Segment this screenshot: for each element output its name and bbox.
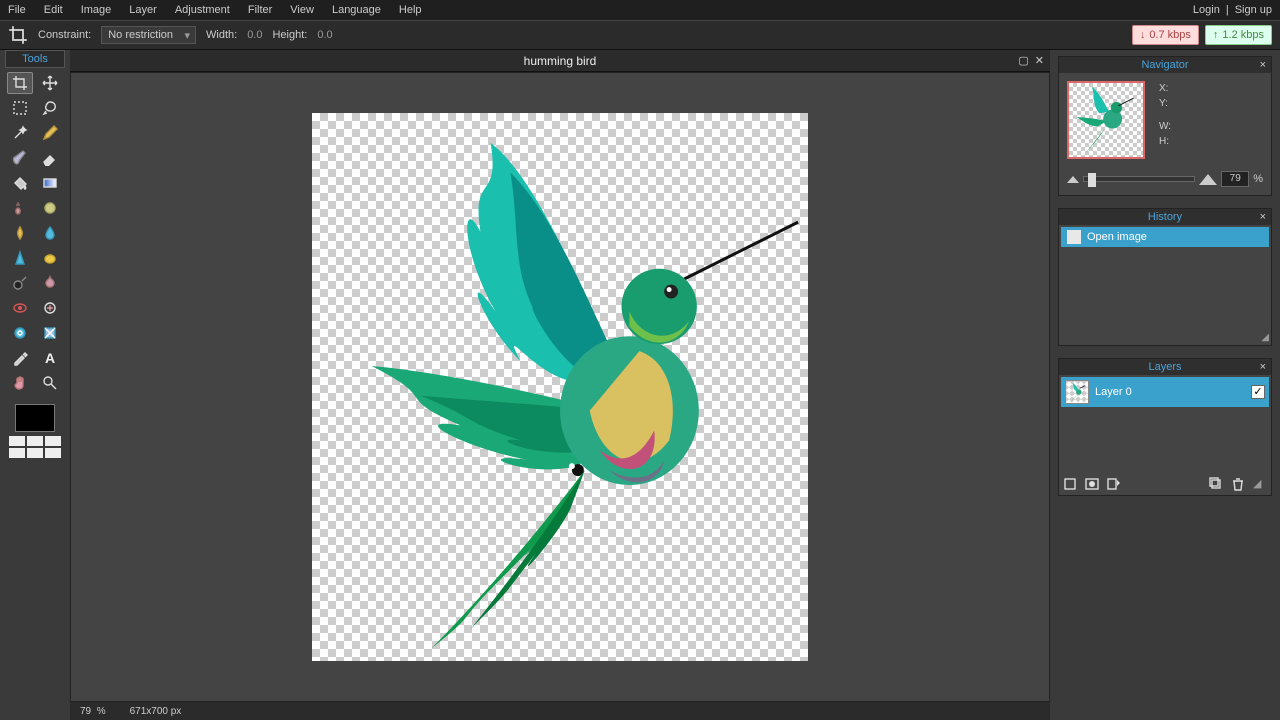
tool-lasso[interactable] [37, 97, 63, 119]
navigator-title: Navigator [1141, 59, 1188, 71]
navigator-meta: X: Y: W: H: [1159, 81, 1171, 159]
constraint-select[interactable]: No restriction [101, 26, 196, 44]
tool-burn[interactable] [37, 272, 63, 294]
window-maximize-icon[interactable]: ▢ [1018, 54, 1028, 67]
tool-smudge[interactable] [7, 222, 33, 244]
menubar: File Edit Image Layer Adjustment Filter … [0, 0, 1280, 20]
zoom-slider[interactable] [1083, 176, 1195, 182]
tool-wand[interactable] [7, 122, 33, 144]
layer-thumbnail [1065, 380, 1089, 404]
tool-crop[interactable] [7, 72, 33, 94]
tool-pinch[interactable] [37, 322, 63, 344]
signup-link[interactable]: Sign up [1235, 4, 1272, 16]
menu-adjustment[interactable]: Adjustment [175, 4, 230, 16]
tool-colorpicker[interactable] [7, 347, 33, 369]
menubar-divider: | [1226, 4, 1229, 16]
login-link[interactable]: Login [1193, 4, 1220, 16]
tool-spotheal[interactable] [37, 297, 63, 319]
tool-clone[interactable] [7, 197, 33, 219]
menu-help[interactable]: Help [399, 4, 422, 16]
artboard[interactable] [312, 113, 808, 661]
tools-panel: Tools A [0, 50, 70, 720]
arrow-up-icon: ↑ [1213, 29, 1219, 41]
constraint-label: Constraint: [38, 29, 91, 41]
tool-colorreplace[interactable] [37, 197, 63, 219]
history-panel: History × Open image ◢ [1058, 208, 1272, 346]
tool-marquee[interactable] [7, 97, 33, 119]
zoom-pct: % [1253, 173, 1263, 185]
canvas-viewport[interactable] [70, 72, 1050, 702]
net-down-badge: ↓0.7 kbps [1132, 25, 1199, 45]
layer-mask-icon[interactable] [1085, 477, 1099, 491]
swatch-grid[interactable] [9, 436, 61, 458]
delete-layer-icon[interactable] [1231, 477, 1245, 491]
layer-fx-icon[interactable] [1107, 477, 1121, 491]
history-title: History [1148, 211, 1182, 223]
net-up-badge: ↑1.2 kbps [1205, 25, 1272, 45]
resize-grip-icon[interactable]: ◢ [1261, 332, 1269, 343]
tool-pencil[interactable] [37, 122, 63, 144]
tool-move[interactable] [37, 72, 63, 94]
menu-layer[interactable]: Layer [129, 4, 157, 16]
menu-file[interactable]: File [8, 4, 26, 16]
tool-gradient[interactable] [37, 172, 63, 194]
options-bar: Constraint: No restriction Width: 0.0 He… [0, 20, 1280, 50]
tool-hand[interactable] [7, 372, 33, 394]
tool-sharpen[interactable] [7, 247, 33, 269]
tool-type[interactable]: A [37, 347, 63, 369]
status-bar: 79 % 671x700 px [70, 702, 1050, 720]
navigator-panel: Navigator× X: Y: W: [1058, 56, 1272, 196]
tool-redeye[interactable] [7, 297, 33, 319]
menu-filter[interactable]: Filter [248, 4, 272, 16]
history-close-icon[interactable]: × [1260, 211, 1266, 223]
zoom-in-icon[interactable] [1199, 174, 1217, 185]
tool-paintbucket[interactable] [7, 172, 33, 194]
layer-visibility-checkbox[interactable]: ✓ [1251, 385, 1265, 399]
document-header: humming bird ▢ ✕ [70, 50, 1050, 72]
crop-icon [8, 25, 28, 45]
tool-brush[interactable] [7, 147, 33, 169]
width-label: Width: [206, 29, 237, 41]
tool-eraser[interactable] [37, 147, 63, 169]
history-item-label: Open image [1087, 231, 1147, 243]
layer-name: Layer 0 [1095, 386, 1132, 398]
menu-image[interactable]: Image [81, 4, 112, 16]
foreground-color-swatch[interactable] [15, 404, 55, 432]
tool-blur[interactable] [37, 222, 63, 244]
layers-close-icon[interactable]: × [1260, 361, 1266, 373]
open-image-icon [1067, 230, 1081, 244]
status-zoom: 79 [80, 706, 91, 717]
layer-row[interactable]: Layer 0 ✓ [1061, 377, 1269, 407]
window-close-icon[interactable]: ✕ [1035, 54, 1044, 67]
svg-text:A: A [45, 350, 55, 366]
status-dimensions: 671x700 px [130, 706, 182, 717]
navigator-close-icon[interactable]: × [1260, 59, 1266, 71]
menu-edit[interactable]: Edit [44, 4, 63, 16]
tools-title: Tools [5, 50, 65, 68]
zoom-out-icon[interactable] [1067, 176, 1079, 183]
layers-title: Layers [1148, 361, 1181, 373]
menu-view[interactable]: View [290, 4, 314, 16]
menu-language[interactable]: Language [332, 4, 381, 16]
width-value[interactable]: 0.0 [247, 29, 262, 41]
tool-zoom[interactable] [37, 372, 63, 394]
document-title: humming bird [524, 54, 597, 68]
arrow-down-icon: ↓ [1140, 29, 1146, 41]
height-value[interactable]: 0.0 [317, 29, 332, 41]
new-layer-icon[interactable] [1063, 477, 1077, 491]
layers-resize-grip-icon[interactable]: ◢ [1253, 477, 1267, 491]
duplicate-layer-icon[interactable] [1209, 477, 1223, 491]
tool-bloat[interactable] [7, 322, 33, 344]
tool-sponge[interactable] [37, 247, 63, 269]
layers-panel: Layers × Layer 0 ✓ ◢ [1058, 358, 1272, 496]
canvas-image-hummingbird [312, 113, 808, 657]
navigator-thumbnail[interactable] [1067, 81, 1145, 159]
tool-dodge[interactable] [7, 272, 33, 294]
zoom-value[interactable]: 79 [1221, 171, 1249, 187]
history-item[interactable]: Open image [1061, 227, 1269, 247]
height-label: Height: [272, 29, 307, 41]
